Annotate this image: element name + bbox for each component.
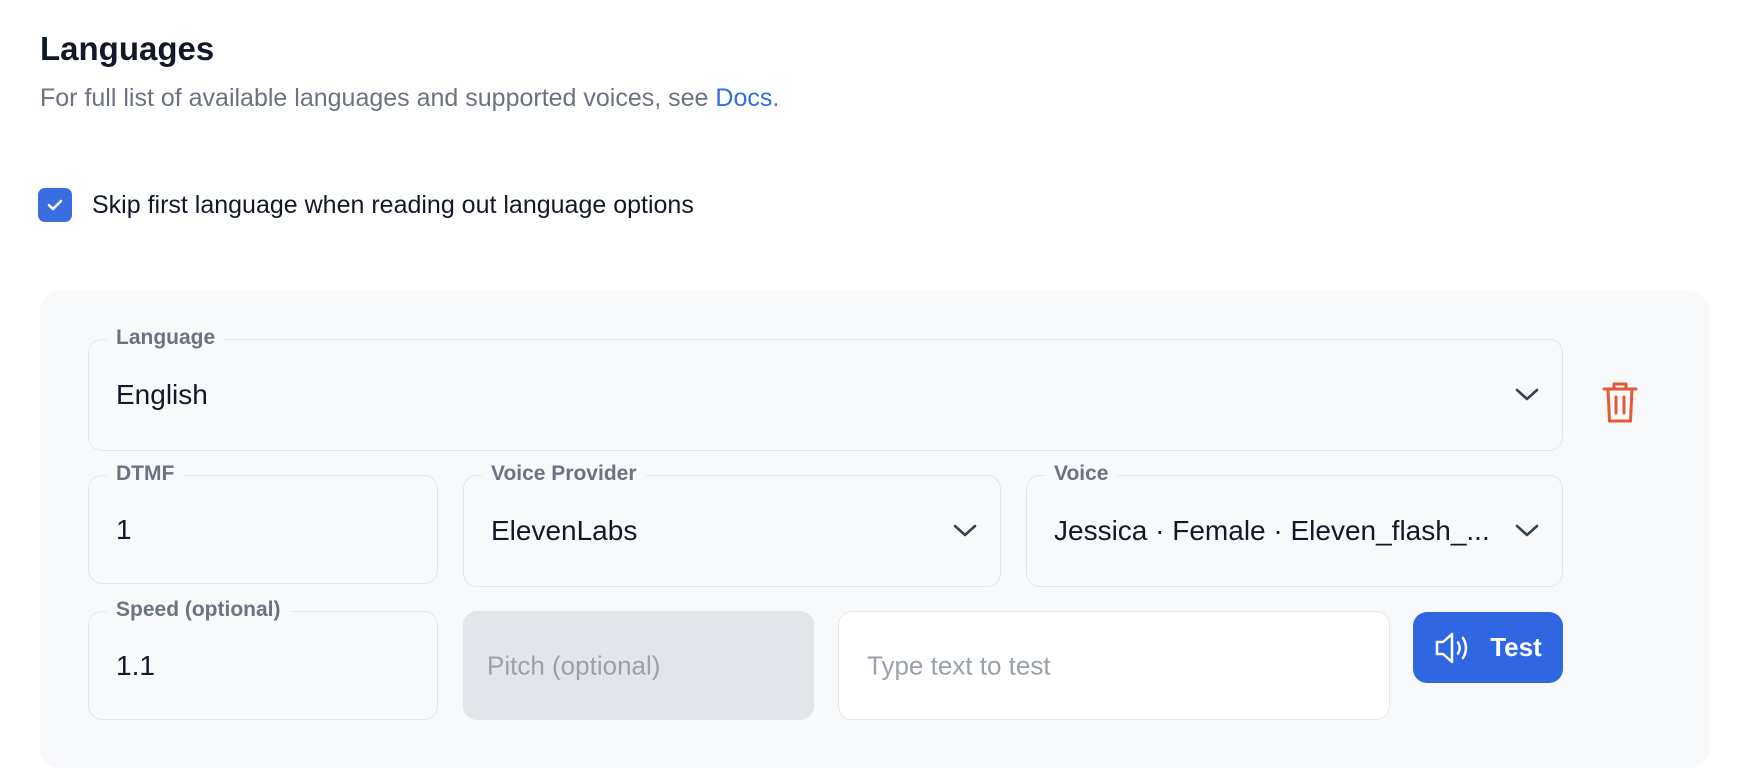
subtitle-text: For full list of available languages and…	[40, 84, 716, 112]
speed-label: Speed (optional)	[107, 596, 290, 624]
chevron-down-icon	[1515, 524, 1539, 537]
language-label: Language	[107, 324, 225, 352]
dtmf-value: 1	[116, 513, 132, 545]
test-button[interactable]: Test	[1413, 612, 1563, 683]
voice-label: Voice	[1045, 460, 1118, 488]
page-title: Languages	[40, 30, 215, 67]
pitch-field: Pitch (optional)	[463, 611, 814, 720]
test-text-input[interactable]: Type text to test	[838, 611, 1390, 720]
test-text-placeholder: Type text to test	[867, 650, 1051, 680]
speed-value: 1.1	[116, 649, 155, 681]
language-select[interactable]: Language English	[88, 324, 1563, 451]
dtmf-field[interactable]: DTMF 1	[88, 460, 438, 584]
skip-first-language-option[interactable]: Skip first language when reading out lan…	[38, 188, 694, 222]
page-subtitle: For full list of available languages and…	[40, 84, 779, 113]
check-icon	[47, 199, 63, 211]
language-value: English	[116, 379, 208, 410]
docs-link[interactable]: Docs	[715, 84, 772, 112]
voice-provider-value: ElevenLabs	[491, 515, 638, 546]
voice-select[interactable]: Voice Jessica · Female · Eleven_flash_..…	[1026, 460, 1563, 587]
chevron-down-icon	[1515, 388, 1539, 401]
speed-field[interactable]: Speed (optional) 1.1	[88, 596, 438, 720]
skip-first-language-label: Skip first language when reading out lan…	[92, 190, 694, 219]
voice-value: Jessica · Female · Eleven_flash_...	[1054, 515, 1490, 546]
voice-provider-select[interactable]: Voice Provider ElevenLabs	[463, 460, 1001, 587]
subtitle-suffix: .	[772, 84, 780, 112]
skip-first-language-checkbox[interactable]	[38, 188, 72, 222]
voice-provider-label: Voice Provider	[482, 460, 646, 488]
pitch-placeholder: Pitch (optional)	[487, 650, 661, 680]
chevron-down-icon	[953, 524, 977, 537]
dtmf-label: DTMF	[107, 460, 184, 488]
trash-icon[interactable]	[1600, 380, 1640, 424]
speaker-icon	[1435, 632, 1468, 663]
test-button-label: Test	[1490, 632, 1542, 662]
